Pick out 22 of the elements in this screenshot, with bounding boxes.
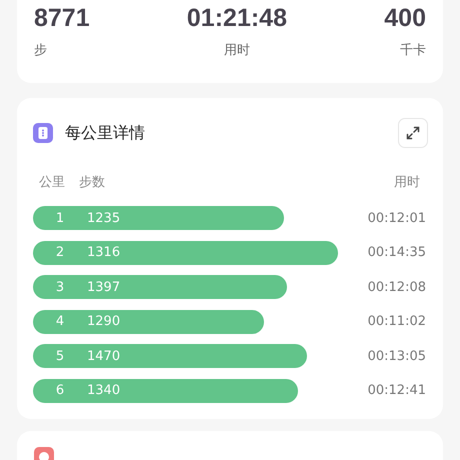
stat-value: 400 bbox=[384, 3, 426, 33]
stat-label: 步 bbox=[34, 43, 48, 59]
pace-bar: 6 1340 bbox=[33, 378, 298, 402]
stat-label: 千卡 bbox=[400, 43, 426, 59]
time-cell: 00:12:01 bbox=[368, 210, 426, 226]
column-header: 用时 bbox=[394, 175, 420, 191]
column-header: 公里 bbox=[39, 175, 65, 191]
time-cell: 00:14:35 bbox=[368, 245, 426, 260]
pace-bar: 1 1235 bbox=[33, 206, 284, 230]
time-cell: 00:13:05 bbox=[368, 348, 426, 364]
pace-bar: 3 1397 bbox=[33, 275, 287, 299]
stat-value: 8771 bbox=[34, 3, 90, 33]
pace-bar: 4 1290 bbox=[33, 310, 264, 334]
time-cell: 00:12:41 bbox=[368, 383, 426, 398]
pace-bar: 2 1316 bbox=[33, 240, 338, 264]
column-header: 步数 bbox=[79, 175, 105, 191]
stat-label: 用时 bbox=[224, 43, 250, 59]
time-cell: 00:12:08 bbox=[368, 280, 426, 294]
pace-bar: 5 1470 bbox=[33, 344, 307, 368]
time-cell: 00:11:02 bbox=[368, 314, 426, 329]
card-title: 每公里详情 bbox=[65, 122, 146, 144]
stat-value: 01:21:48 bbox=[186, 3, 287, 33]
